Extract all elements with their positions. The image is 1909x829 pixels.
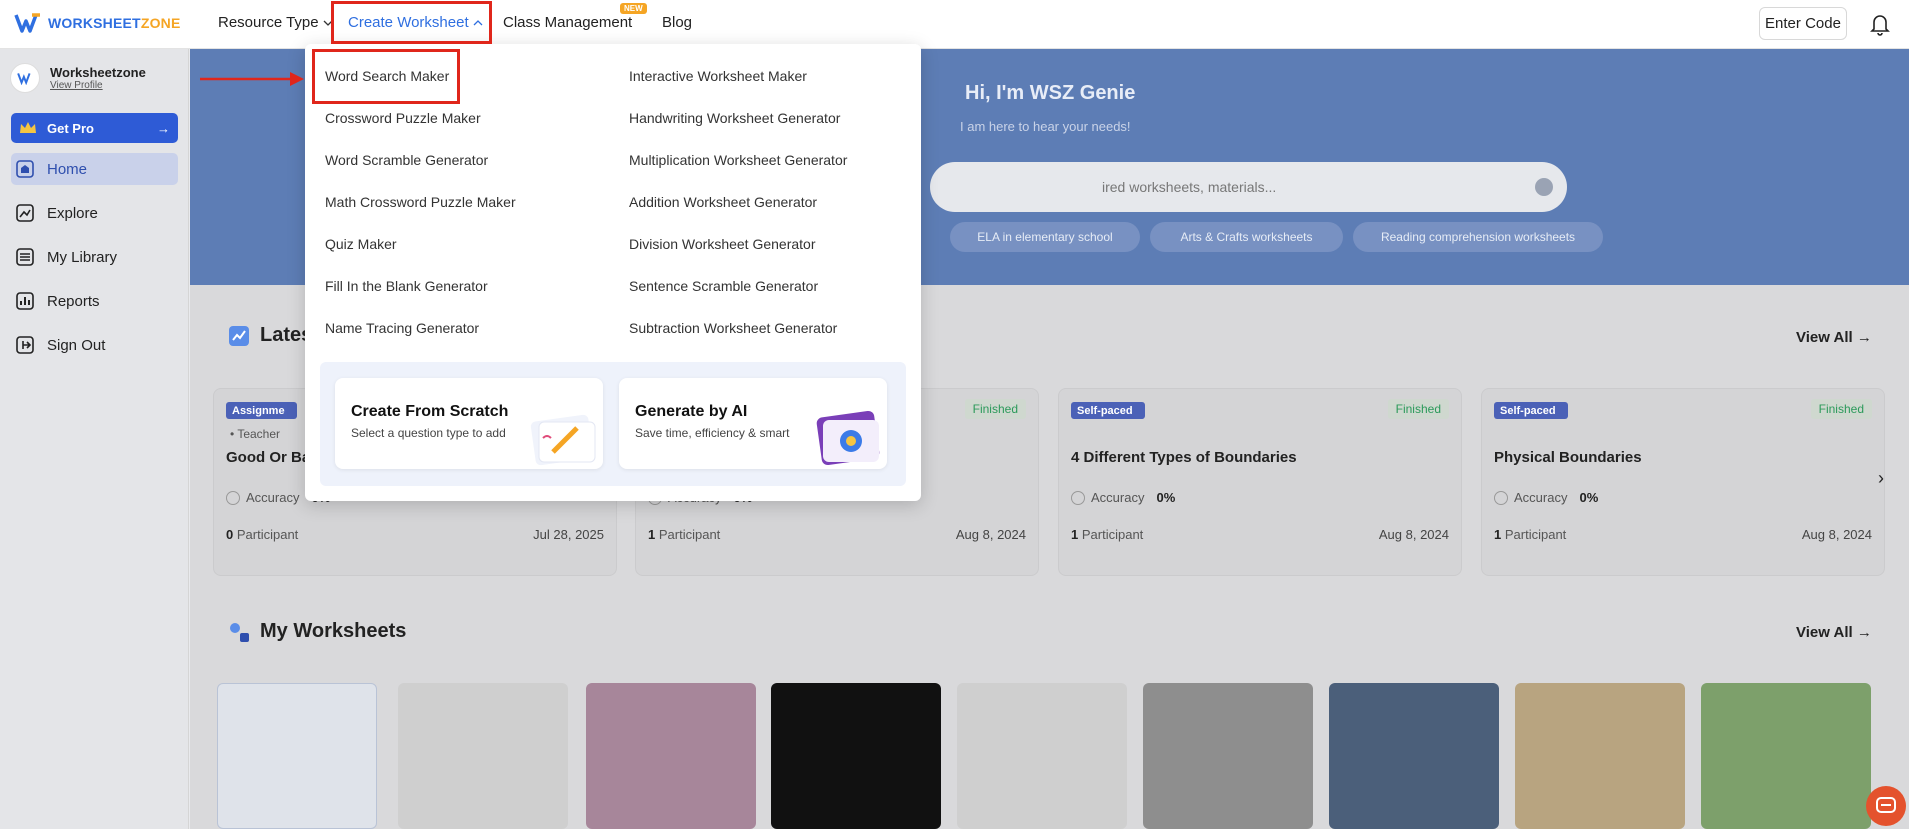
- menu-item-math-crossword[interactable]: Math Crossword Puzzle Maker: [325, 194, 516, 210]
- worksheet-thumb[interactable]: [771, 683, 941, 829]
- card-date: Aug 8, 2024: [955, 527, 1026, 542]
- profile[interactable]: Worksheetzone View Profile: [10, 63, 146, 93]
- worksheets-icon: [230, 622, 249, 642]
- status-badge: Finished: [964, 399, 1026, 419]
- logo[interactable]: WORKSHEETZONE: [14, 12, 181, 34]
- send-icon[interactable]: [1535, 178, 1553, 196]
- worksheet-thumb[interactable]: [217, 683, 377, 829]
- worksheet-thumb[interactable]: [1515, 683, 1685, 829]
- nav-create-worksheet[interactable]: Create Worksheet: [348, 14, 483, 31]
- menu-item-subtraction[interactable]: Subtraction Worksheet Generator: [629, 320, 837, 336]
- mode-tag: Self-paced: [1071, 402, 1145, 419]
- chip-reading[interactable]: Reading comprehension worksheets: [1353, 222, 1603, 252]
- generate-by-ai-card[interactable]: Generate by AI Save time, efficiency & s…: [619, 378, 887, 469]
- worksheet-thumb[interactable]: [586, 683, 756, 829]
- status-badge: Finished: [1387, 399, 1449, 419]
- avatar-logo-icon: [17, 73, 31, 85]
- sidebar-item-my-library[interactable]: My Library: [11, 241, 178, 273]
- logo-text-b: ZONE: [140, 15, 181, 31]
- accuracy-ring: [1071, 490, 1085, 505]
- bell-icon[interactable]: [1868, 12, 1892, 36]
- help-chat-icon[interactable]: [1866, 786, 1906, 826]
- home-icon: [16, 160, 34, 178]
- worksheet-thumb[interactable]: [398, 683, 568, 829]
- logo-text-a: WORKSHEET: [48, 15, 141, 31]
- menu-item-word-scramble-generator[interactable]: Word Scramble Generator: [325, 152, 488, 168]
- genie-search-input[interactable]: ired worksheets, materials...: [930, 162, 1567, 212]
- latest-section-title: Lates: [228, 324, 312, 347]
- chip-arts-crafts[interactable]: Arts & Crafts worksheets: [1150, 222, 1343, 252]
- top-navbar: WORKSHEETZONE Resource Type Create Works…: [0, 0, 1909, 49]
- avatar: [10, 63, 40, 93]
- menu-item-multiplication[interactable]: Multiplication Worksheet Generator: [629, 152, 847, 168]
- ai-sparkle-icon: [816, 410, 880, 466]
- hero-subtitle: I am here to hear your needs!: [960, 119, 1131, 134]
- menu-item-division[interactable]: Division Worksheet Generator: [629, 236, 815, 252]
- chevron-up-icon: [473, 19, 483, 25]
- chevron-down-icon: [323, 20, 333, 26]
- sidebar-item-reports[interactable]: Reports: [11, 285, 178, 317]
- arrow-right-icon: →: [157, 120, 170, 136]
- sidebar: Worksheetzone View Profile Get Pro → Hom…: [0, 49, 189, 829]
- menu-item-crossword-puzzle-maker[interactable]: Crossword Puzzle Maker: [325, 110, 481, 126]
- explore-icon: [16, 204, 34, 222]
- accuracy-ring: [1494, 490, 1508, 505]
- menu-item-name-tracing[interactable]: Name Tracing Generator: [325, 320, 479, 336]
- library-icon: [16, 248, 34, 266]
- latest-card[interactable]: Self-paced Finished Physical Boundaries …: [1481, 388, 1885, 576]
- paper-pencil-icon: [530, 414, 596, 466]
- annotation-arrow-icon: [200, 72, 304, 86]
- menu-item-sentence-scramble[interactable]: Sentence Scramble Generator: [629, 278, 818, 294]
- mode-tag: Self-paced: [1494, 402, 1568, 419]
- menu-item-interactive-worksheet[interactable]: Interactive Worksheet Maker: [629, 68, 807, 84]
- menu-item-handwriting[interactable]: Handwriting Worksheet Generator: [629, 110, 840, 126]
- worksheet-thumb[interactable]: [1701, 683, 1871, 829]
- profile-name: Worksheetzone: [50, 65, 146, 80]
- create-worksheet-dropdown: Word Search Maker Crossword Puzzle Maker…: [305, 44, 921, 501]
- latest-card[interactable]: Self-paced Finished 4 Different Types of…: [1058, 388, 1462, 576]
- get-pro-button[interactable]: Get Pro →: [11, 113, 178, 143]
- sidebar-item-home[interactable]: Home: [11, 153, 178, 185]
- card-date: Aug 8, 2024: [1801, 527, 1872, 542]
- latest-view-all[interactable]: View All →: [1796, 329, 1872, 346]
- crown-icon: [20, 122, 36, 133]
- sidebar-item-sign-out[interactable]: Sign Out: [11, 329, 178, 361]
- chat-bubble-icon: [1876, 797, 1896, 813]
- card-title: 4 Different Types of Boundaries: [1071, 449, 1297, 466]
- view-profile-link[interactable]: View Profile: [50, 80, 146, 91]
- card-date: Aug 8, 2024: [1378, 527, 1449, 542]
- menu-item-quiz-maker[interactable]: Quiz Maker: [325, 236, 397, 252]
- accuracy-ring: [226, 490, 240, 505]
- worksheet-thumb[interactable]: [957, 683, 1127, 829]
- worksheet-thumb[interactable]: [1329, 683, 1499, 829]
- nav-resource-type[interactable]: Resource Type: [218, 14, 333, 31]
- sign-out-icon: [16, 336, 34, 354]
- chart-icon: [229, 325, 249, 346]
- my-worksheets-title: My Worksheets: [228, 620, 406, 643]
- nav-class-management[interactable]: Class Management: [503, 14, 632, 31]
- nav-blog[interactable]: Blog: [662, 14, 692, 31]
- mode-tag: Assignme: [226, 402, 297, 419]
- worksheet-thumb[interactable]: [1143, 683, 1313, 829]
- teacher-label: • Teacher: [230, 427, 281, 441]
- menu-item-fill-in-the-blank[interactable]: Fill In the Blank Generator: [325, 278, 488, 294]
- reports-icon: [16, 292, 34, 310]
- enter-code-button[interactable]: Enter Code: [1759, 7, 1847, 40]
- menu-item-addition[interactable]: Addition Worksheet Generator: [629, 194, 817, 210]
- card-title: Physical Boundaries: [1494, 449, 1642, 466]
- status-badge: Finished: [1810, 399, 1872, 419]
- create-from-scratch-card[interactable]: Create From Scratch Select a question ty…: [335, 378, 603, 469]
- sidebar-item-explore[interactable]: Explore: [11, 197, 178, 229]
- chip-ela[interactable]: ELA in elementary school: [950, 222, 1140, 252]
- new-badge: NEW: [620, 3, 647, 14]
- carousel-next-icon[interactable]: ›: [1878, 468, 1884, 489]
- logo-icon: [14, 13, 40, 33]
- card-date: Jul 28, 2025: [533, 527, 604, 542]
- menu-item-word-search-maker[interactable]: Word Search Maker: [325, 68, 449, 84]
- hero-title: Hi, I'm WSZ Genie: [965, 82, 1136, 104]
- create-options-panel: Create From Scratch Select a question ty…: [320, 362, 906, 486]
- my-worksheets-view-all[interactable]: View All →: [1796, 624, 1872, 641]
